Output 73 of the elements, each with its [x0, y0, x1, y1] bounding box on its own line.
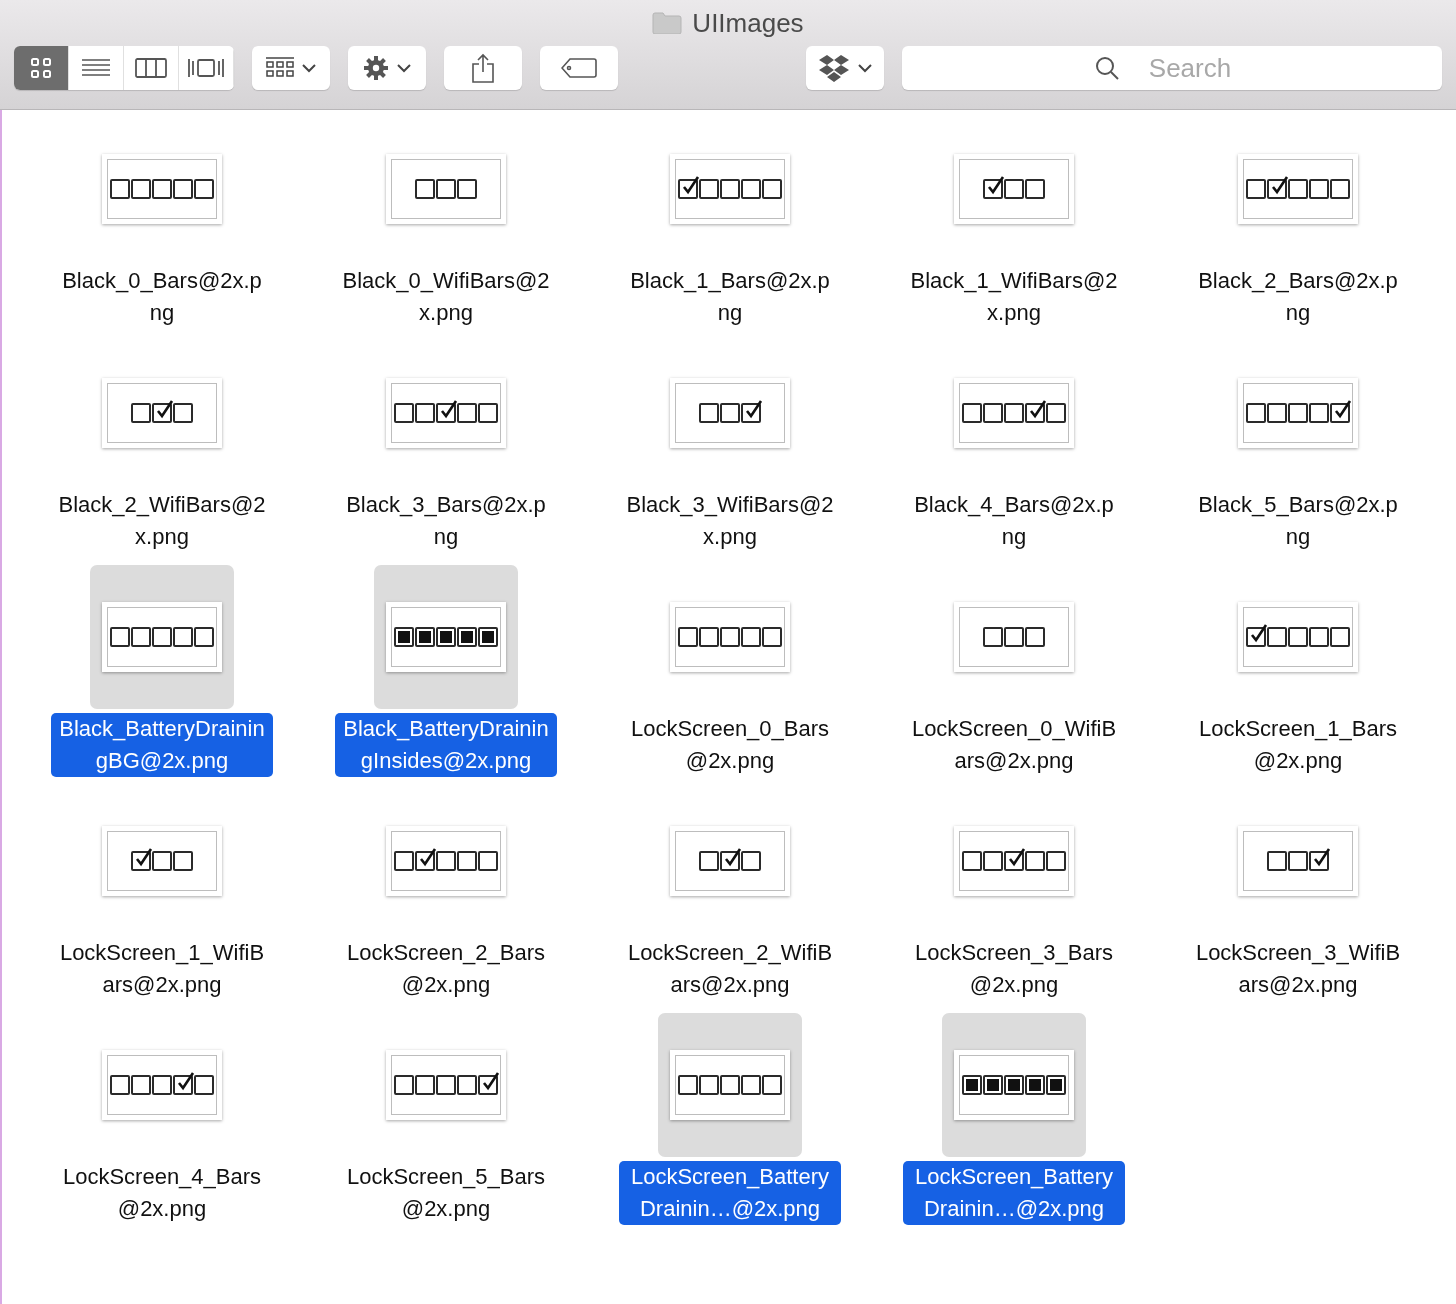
dropbox-icon	[818, 54, 850, 82]
file-name: Black_BatteryDrainingInsides@2x.png	[335, 713, 557, 777]
file-thumbnail[interactable]	[102, 154, 222, 224]
file-name: Black_2_WifiBars@2x.png	[57, 491, 267, 551]
file-name: LockScreen_2_WifiBars@2x.png	[626, 939, 834, 999]
file-name: LockScreen_0_WifiBars@2x.png	[910, 715, 1118, 775]
chevron-down-icon	[858, 63, 872, 73]
file-thumbnail[interactable]	[1238, 378, 1358, 448]
file-name: LockScreen_3_Bars@2x.png	[913, 939, 1115, 999]
file-name: Black_3_Bars@2x.png	[345, 491, 547, 551]
file-name: LockScreen_1_Bars@2x.png	[1197, 715, 1399, 775]
file-name: Black_3_WifiBars@2x.png	[625, 491, 835, 551]
file-name: Black_2_Bars@2x.png	[1197, 267, 1399, 327]
file-thumbnail[interactable]	[954, 1050, 1074, 1120]
columns-icon	[135, 58, 167, 78]
file-thumbnail[interactable]	[102, 826, 222, 896]
file-name: LockScreen_BatteryDrainin…@2x.png	[903, 1161, 1125, 1225]
file-name: Black_BatteryDrainingBG@2x.png	[51, 713, 273, 777]
tag-icon	[561, 58, 597, 78]
file-name: Black_4_Bars@2x.png	[913, 491, 1115, 551]
file-thumbnail[interactable]	[386, 154, 506, 224]
view-mode-button[interactable]	[14, 46, 69, 90]
folder-icon	[652, 12, 683, 34]
file-thumbnail[interactable]	[1238, 602, 1358, 672]
cover-flow-icon	[188, 58, 224, 78]
file-name: Black_5_Bars@2x.png	[1197, 491, 1399, 551]
view-mode-button[interactable]	[124, 46, 179, 90]
file-name: LockScreen_1_WifiBars@2x.png	[58, 939, 266, 999]
file-name: LockScreen_3_WifiBars@2x.png	[1194, 939, 1402, 999]
file-name: LockScreen_0_Bars@2x.png	[629, 715, 831, 775]
file-name: LockScreen_2_Bars@2x.png	[345, 939, 547, 999]
file-name: Black_1_Bars@2x.png	[629, 267, 831, 327]
chevron-down-icon	[302, 63, 316, 73]
file-name: LockScreen_5_Bars@2x.png	[345, 1163, 547, 1223]
chevron-down-icon	[397, 63, 411, 73]
file-thumbnail[interactable]	[102, 1050, 222, 1120]
file-thumbnail[interactable]	[386, 1050, 506, 1120]
file-name: LockScreen_4_Bars@2x.png	[61, 1163, 263, 1223]
search-icon	[1095, 56, 1119, 80]
view-mode-button[interactable]	[69, 46, 124, 90]
file-name: Black_0_WifiBars@2x.png	[341, 267, 551, 327]
file-thumbnail[interactable]	[670, 378, 790, 448]
list-icon	[82, 58, 110, 78]
file-thumbnail[interactable]	[386, 378, 506, 448]
arrange-button[interactable]	[252, 46, 330, 90]
window-title: UIImages	[692, 7, 804, 39]
file-thumbnail[interactable]	[386, 826, 506, 896]
search-field[interactable]: Search	[902, 46, 1442, 90]
file-name: LockScreen_BatteryDrainin…@2x.png	[619, 1161, 841, 1225]
grid-icon	[266, 57, 294, 79]
file-thumbnail[interactable]	[670, 154, 790, 224]
file-name: Black_1_WifiBars@2x.png	[909, 267, 1119, 327]
file-thumbnail[interactable]	[670, 602, 790, 672]
file-thumbnail[interactable]	[670, 1050, 790, 1120]
tag-button[interactable]	[540, 46, 618, 90]
file-thumbnail[interactable]	[102, 602, 222, 672]
icon-grid-icon	[31, 58, 51, 78]
action-button[interactable]	[348, 46, 426, 90]
file-thumbnail[interactable]	[102, 378, 222, 448]
view-mode-button[interactable]	[179, 46, 234, 90]
file-thumbnail[interactable]	[954, 602, 1074, 672]
file-thumbnail[interactable]	[670, 826, 790, 896]
file-thumbnail[interactable]	[954, 154, 1074, 224]
dropbox-button[interactable]	[806, 46, 884, 90]
file-thumbnail[interactable]	[954, 826, 1074, 896]
settings-icon	[363, 55, 389, 81]
share-button[interactable]	[444, 46, 522, 90]
share-icon	[472, 53, 494, 83]
file-name: Black_0_Bars@2x.png	[61, 267, 263, 327]
file-thumbnail[interactable]	[1238, 154, 1358, 224]
file-thumbnail[interactable]	[1238, 826, 1358, 896]
file-thumbnail[interactable]	[954, 378, 1074, 448]
file-thumbnail[interactable]	[386, 602, 506, 672]
